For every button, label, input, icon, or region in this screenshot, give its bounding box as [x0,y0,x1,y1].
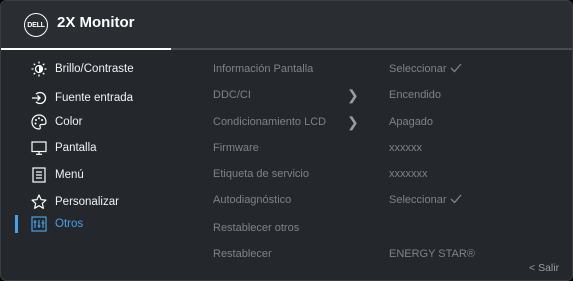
row-value: ENERGY STAR® [389,248,475,260]
sidebar-item-fuente-entrada[interactable]: Fuente entrada [1,86,181,110]
sidebar-item-label: Otros [55,218,84,230]
sidebar-item-label: Pantalla [55,142,97,154]
sidebar-item-pantalla[interactable]: Pantalla [1,136,181,160]
row-label: Autodiagnóstico [213,194,292,206]
sidebar-item-personalizar[interactable]: Personalizar [1,190,181,214]
sidebar-item-label: Personalizar [55,196,119,208]
others-icon [31,216,47,232]
row-label: Restablecer [213,248,272,260]
row-value: xxxxxxx [389,168,428,180]
chevron-right-icon: ❯ [347,87,359,103]
row-label: Firmware [213,142,259,154]
checkmark-icon [450,194,462,207]
row-etiqueta-servicio: Etiqueta de servicio xxxxxxx [213,165,553,185]
sidebar-item-label: Fuente entrada [55,92,134,104]
monitor-title: 2X Monitor [57,14,135,31]
row-firmware: Firmware xxxxxx [213,139,553,159]
row-autodiagnostico[interactable]: Autodiagnóstico Seleccionar [213,191,553,211]
row-informacion-pantalla[interactable]: Información Pantalla Seleccionar [213,60,553,80]
brightness-icon [31,61,47,77]
sidebar-item-otros[interactable]: Otros [1,212,181,236]
row-ddc-ci[interactable]: DDC/CI ❯ Encendido [213,86,553,106]
sidebar-item-menu[interactable]: Menú [1,163,181,187]
row-value: Seleccionar [389,63,462,76]
dell-logo: DELL [24,13,48,37]
checkmark-icon [450,63,462,76]
active-indicator [15,215,18,233]
row-label: Información Pantalla [213,63,314,75]
header-divider-active [1,48,171,50]
color-icon [31,114,47,130]
exit-label: Salir [538,262,560,274]
chevron-right-icon: ❯ [347,114,359,130]
osd-window: DELL 2X Monitor Brillo/Contraste Fuente … [0,0,573,281]
star-icon [31,194,47,210]
display-icon [31,140,47,156]
sidebar-item-label: Menú [55,169,84,181]
sidebar-item-label: Brillo/Contraste [55,63,134,75]
row-label: Condicionamiento LCD [213,116,327,128]
menu-icon [31,167,47,183]
row-label: DDC/CI [213,89,251,101]
osd-header: DELL 2X Monitor [1,1,572,49]
row-value: Encendido [389,89,441,101]
row-value: xxxxxx [389,142,422,154]
row-value: Apagado [389,116,434,128]
input-source-icon [31,90,47,106]
exit-button[interactable]: < Salir [529,262,559,274]
sidebar-item-brillo-contraste[interactable]: Brillo/Contraste [1,57,181,81]
row-restablecer-otros[interactable]: Restablecer otros [213,219,553,239]
chevron-left-icon: < [529,262,536,274]
row-label: Etiqueta de servicio [213,168,309,180]
row-condicionamiento-lcd[interactable]: Condicionamiento LCD ❯ Apagado [213,113,553,133]
row-value: Seleccionar [389,194,462,207]
row-restablecer[interactable]: Restablecer ENERGY STAR® [213,245,553,265]
sidebar-item-color[interactable]: Color [1,110,181,134]
row-label: Restablecer otros [213,222,300,234]
sidebar-item-label: Color [55,116,83,128]
